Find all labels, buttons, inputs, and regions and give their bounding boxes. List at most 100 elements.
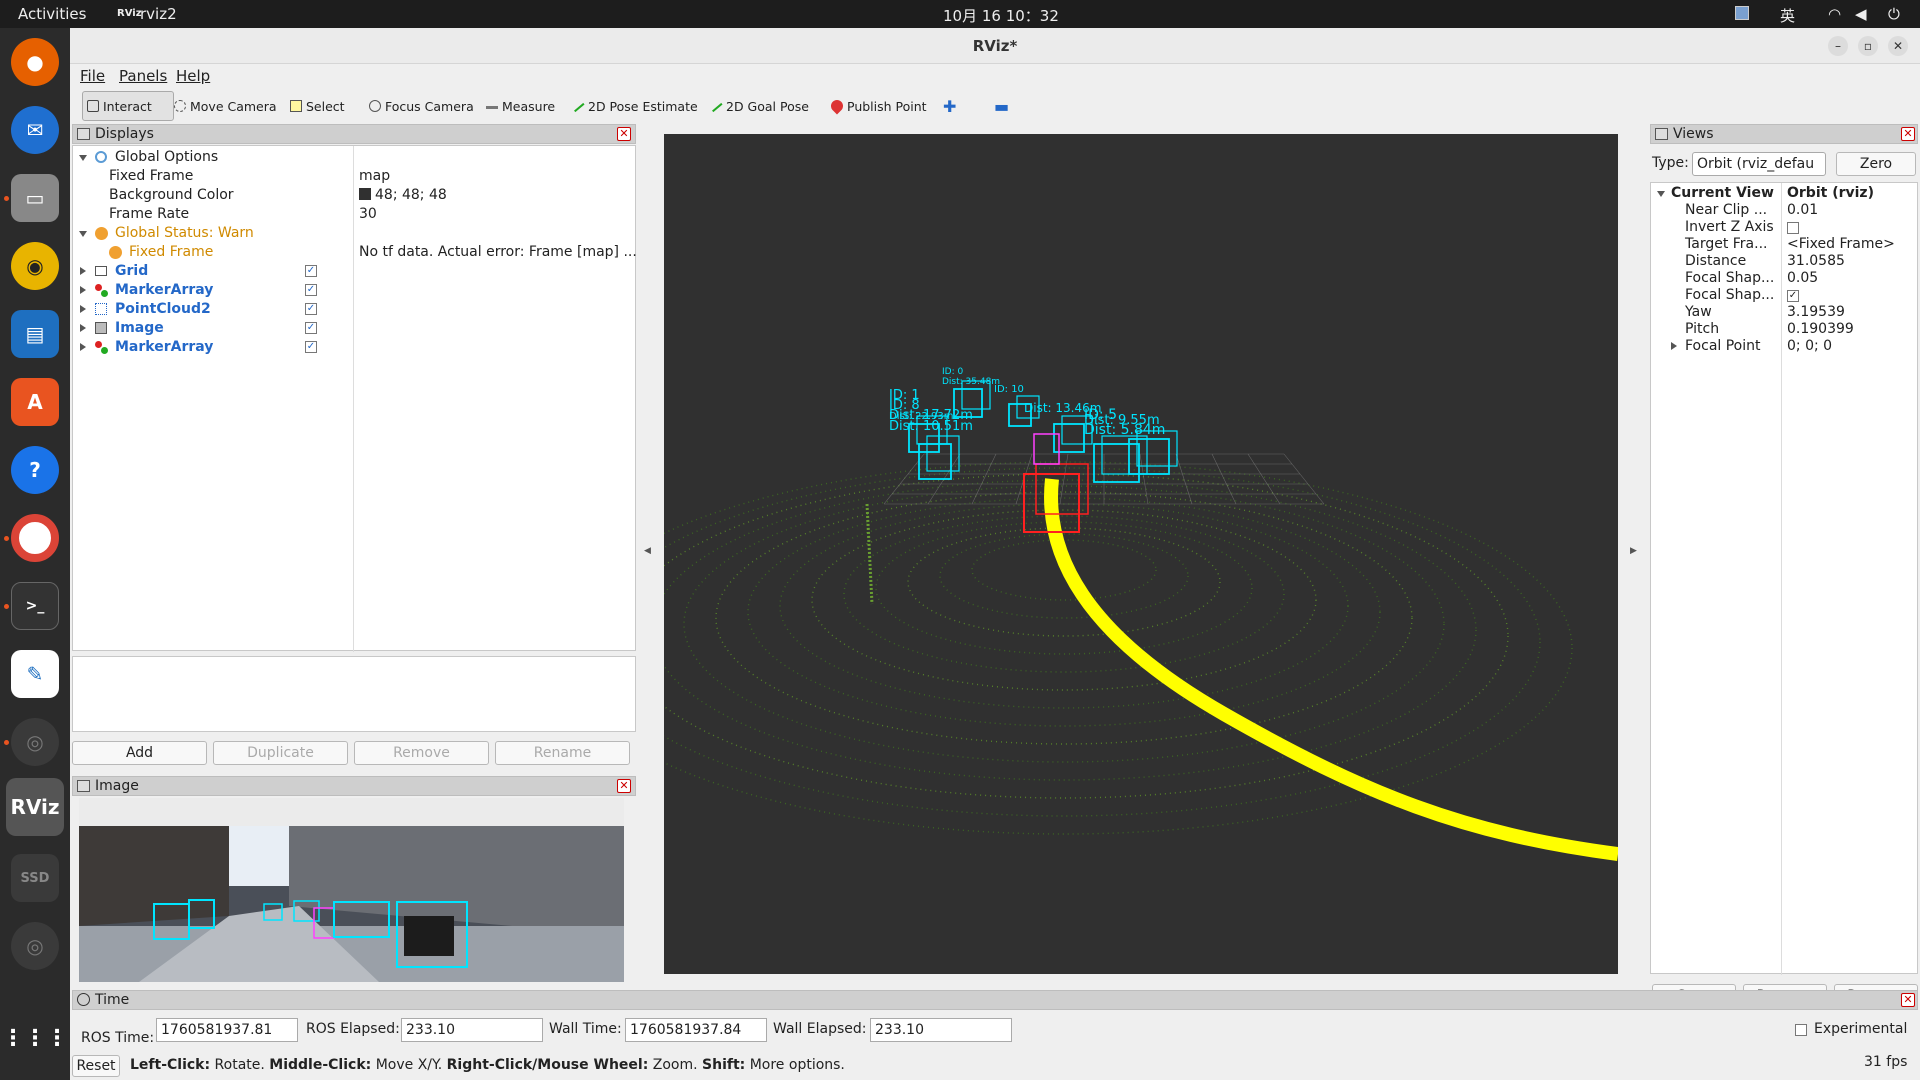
global-options-label: Global Options bbox=[115, 149, 219, 165]
expand-arrow-icon[interactable] bbox=[79, 155, 87, 161]
focal-point-value[interactable]: 0; 0; 0 bbox=[1787, 337, 1832, 356]
collapse-right-icon[interactable]: ▶ bbox=[1630, 546, 1637, 556]
hint-text: More options. bbox=[745, 1057, 845, 1073]
app-center-icon[interactable]: A bbox=[11, 378, 59, 426]
expand-arrow-icon[interactable] bbox=[80, 324, 86, 332]
camera-image bbox=[79, 826, 624, 982]
input-method-indicator[interactable]: 英 bbox=[1780, 5, 1795, 26]
image-panel-header: Image ✕ bbox=[72, 776, 636, 796]
goal-pose-label: 2D Goal Pose bbox=[726, 98, 809, 114]
focal-shape-size-value[interactable]: 0.05 bbox=[1787, 269, 1818, 288]
volume-icon[interactable]: ◀ bbox=[1855, 5, 1867, 23]
menu-file[interactable]: File bbox=[80, 67, 105, 85]
background-color-value[interactable]: 48; 48; 48 bbox=[359, 186, 447, 205]
disk-icon[interactable]: ◎ bbox=[11, 922, 59, 970]
display-item-image[interactable]: Image ✓ bbox=[79, 319, 619, 338]
move-camera-tool[interactable]: Move Camera bbox=[170, 91, 281, 121]
close-image-panel-icon[interactable]: ✕ bbox=[617, 779, 631, 793]
close-window-button[interactable]: ✕ bbox=[1888, 36, 1908, 56]
display-item-label: MarkerArray bbox=[115, 339, 214, 355]
writer-icon[interactable]: ▤ bbox=[11, 310, 59, 358]
disk-icon[interactable]: ◎ bbox=[11, 718, 59, 766]
goal-pose-tool[interactable]: 2D Goal Pose bbox=[706, 91, 813, 121]
interact-tool[interactable]: Interact bbox=[82, 91, 174, 121]
pose-estimate-tool[interactable]: 2D Pose Estimate bbox=[568, 91, 702, 121]
remove-display-button[interactable]: Remove bbox=[354, 741, 489, 765]
fixed-frame-value[interactable]: map bbox=[359, 167, 390, 186]
display-item-pointcloud2[interactable]: PointCloud2 ✓ bbox=[79, 300, 619, 319]
running-indicator bbox=[4, 196, 9, 201]
move-camera-icon bbox=[174, 100, 186, 112]
wifi-icon[interactable]: ◠ bbox=[1828, 5, 1841, 23]
frame-rate-value[interactable]: 30 bbox=[359, 205, 377, 224]
duplicate-display-button[interactable]: Duplicate bbox=[213, 741, 348, 765]
rhythmbox-icon[interactable]: ◉ bbox=[11, 242, 59, 290]
expand-arrow-icon[interactable] bbox=[1657, 191, 1665, 197]
close-displays-icon[interactable]: ✕ bbox=[617, 127, 631, 141]
view-type-select[interactable]: Orbit (rviz_defau bbox=[1692, 152, 1826, 176]
publish-point-tool[interactable]: Publish Point bbox=[827, 91, 931, 121]
power-icon[interactable]: ⏻ bbox=[1888, 5, 1900, 23]
hand-icon bbox=[87, 100, 99, 112]
focus-camera-tool[interactable]: Focus Camera bbox=[365, 91, 478, 121]
display-item-markerarray-2[interactable]: MarkerArray ✓ bbox=[79, 338, 619, 357]
remove-tool-icon[interactable]: ▬ bbox=[990, 91, 1013, 121]
ros-elapsed-field[interactable]: 233.10 bbox=[401, 1018, 543, 1042]
expand-arrow-icon[interactable] bbox=[80, 267, 86, 275]
invert-z-checkbox[interactable] bbox=[1787, 222, 1799, 234]
expand-arrow-icon[interactable] bbox=[79, 231, 87, 237]
pedestrian-box bbox=[1033, 433, 1060, 465]
ssd-icon[interactable]: SSD bbox=[11, 854, 59, 902]
focal-shape-fixed-checkbox[interactable]: ✓ bbox=[1787, 290, 1799, 302]
minimize-button[interactable]: – bbox=[1828, 36, 1848, 56]
maximize-button[interactable]: ▫ bbox=[1858, 36, 1878, 56]
close-views-icon[interactable]: ✕ bbox=[1901, 127, 1915, 141]
show-apps-icon[interactable]: ⋮⋮⋮ bbox=[2, 1014, 68, 1062]
rviz-dock-icon[interactable]: RViz bbox=[6, 778, 64, 836]
views-icon bbox=[1655, 128, 1668, 140]
rename-display-button[interactable]: Rename bbox=[495, 741, 630, 765]
display-item-markerarray[interactable]: MarkerArray ✓ bbox=[79, 281, 619, 300]
display-item-grid[interactable]: Grid ✓ bbox=[79, 262, 619, 281]
expand-arrow-icon[interactable] bbox=[80, 343, 86, 351]
activities-button[interactable]: Activities bbox=[18, 5, 86, 23]
reset-button[interactable]: Reset bbox=[72, 1055, 120, 1077]
text-editor-icon[interactable]: ✎ bbox=[11, 650, 59, 698]
expand-arrow-icon[interactable] bbox=[1671, 342, 1677, 350]
menu-help[interactable]: Help bbox=[176, 67, 210, 85]
terminal-icon[interactable]: >_ bbox=[11, 582, 59, 630]
zero-button[interactable]: Zero bbox=[1836, 152, 1916, 176]
help-icon[interactable]: ? bbox=[11, 446, 59, 494]
select-tool[interactable]: Select bbox=[286, 91, 349, 121]
wall-elapsed-field[interactable]: 233.10 bbox=[870, 1018, 1012, 1042]
collapse-left-icon[interactable]: ◀ bbox=[644, 546, 651, 556]
add-tool-icon[interactable]: ✚ bbox=[939, 91, 960, 121]
running-indicator bbox=[4, 740, 9, 745]
enable-checkbox[interactable]: ✓ bbox=[305, 322, 317, 334]
clock[interactable]: 10月 16 10：32 bbox=[943, 5, 1059, 26]
close-time-panel-icon[interactable]: ✕ bbox=[1901, 993, 1915, 1007]
measure-tool[interactable]: Measure bbox=[482, 91, 559, 121]
window-title[interactable]: RViz* bbox=[70, 28, 1920, 64]
image-icon bbox=[95, 322, 107, 334]
enable-checkbox[interactable]: ✓ bbox=[305, 303, 317, 315]
expand-arrow-icon[interactable] bbox=[80, 286, 86, 294]
3d-viewport[interactable]: ID: 0 Dist: 35.48m ID: 1 ID: 8 Dist: 22.93m D… bbox=[664, 134, 1618, 974]
add-display-button[interactable]: Add bbox=[72, 741, 207, 765]
column-divider bbox=[353, 146, 354, 652]
experimental-checkbox[interactable] bbox=[1795, 1024, 1807, 1036]
near-clip-value[interactable]: 0.01 bbox=[1787, 201, 1818, 220]
ros-time-field[interactable]: 1760581937.81 bbox=[156, 1018, 298, 1042]
enable-checkbox[interactable]: ✓ bbox=[305, 265, 317, 277]
enable-checkbox[interactable]: ✓ bbox=[305, 284, 317, 296]
chrome-icon[interactable] bbox=[11, 514, 59, 562]
files-icon[interactable]: ▭ bbox=[11, 174, 59, 222]
thunderbird-icon[interactable]: ✉ bbox=[11, 106, 59, 154]
wall-time-field[interactable]: 1760581937.84 bbox=[625, 1018, 767, 1042]
active-app-name[interactable]: rviz2 bbox=[140, 5, 177, 23]
keyboard-icon[interactable] bbox=[1735, 6, 1749, 20]
enable-checkbox[interactable]: ✓ bbox=[305, 341, 317, 353]
expand-arrow-icon[interactable] bbox=[80, 305, 86, 313]
firefox-icon[interactable]: ● bbox=[11, 38, 59, 86]
menu-panels[interactable]: Panels bbox=[119, 67, 167, 85]
